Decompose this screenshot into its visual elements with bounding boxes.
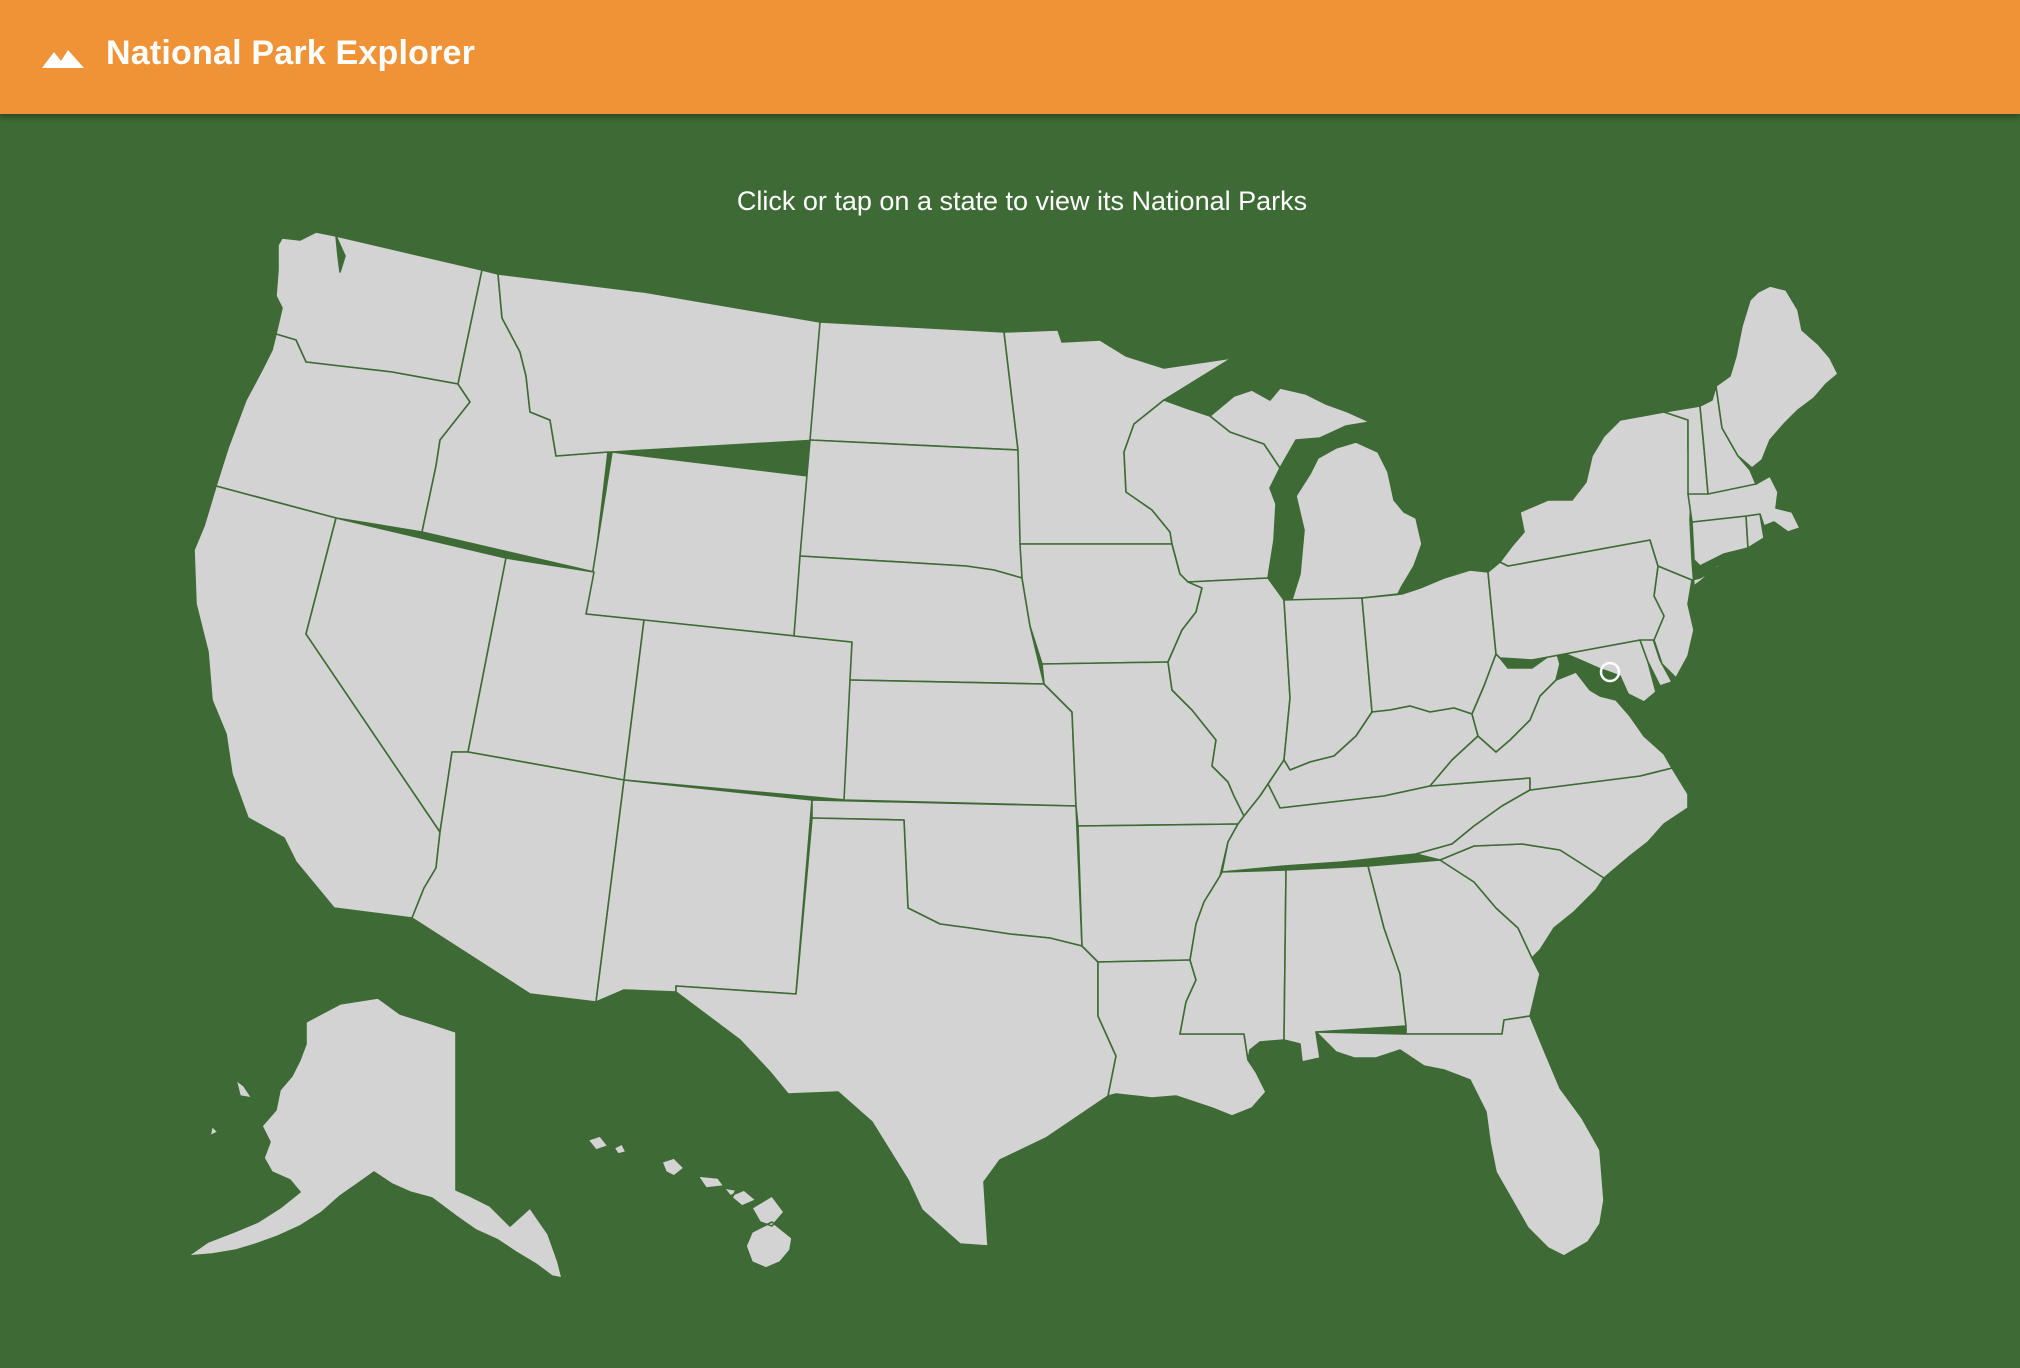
state-hawaii[interactable] bbox=[587, 1135, 793, 1269]
app-title: National Park Explorer bbox=[106, 34, 476, 72]
app-bar: National Park Explorer bbox=[0, 0, 2020, 114]
state-colorado[interactable] bbox=[623, 619, 853, 801]
state-connecticut[interactable] bbox=[1691, 515, 1749, 567]
state-new-mexico[interactable] bbox=[595, 779, 813, 1003]
state-north-dakota[interactable] bbox=[809, 321, 1019, 451]
us-map bbox=[187, 231, 1839, 1279]
state-kansas[interactable] bbox=[843, 679, 1077, 807]
state-florida[interactable] bbox=[1315, 1015, 1605, 1257]
mountain-icon bbox=[42, 50, 84, 68]
state-wyoming[interactable] bbox=[585, 451, 809, 637]
state-maine[interactable] bbox=[1715, 285, 1839, 469]
state-alaska[interactable] bbox=[187, 997, 563, 1279]
state-washington[interactable] bbox=[275, 231, 483, 385]
